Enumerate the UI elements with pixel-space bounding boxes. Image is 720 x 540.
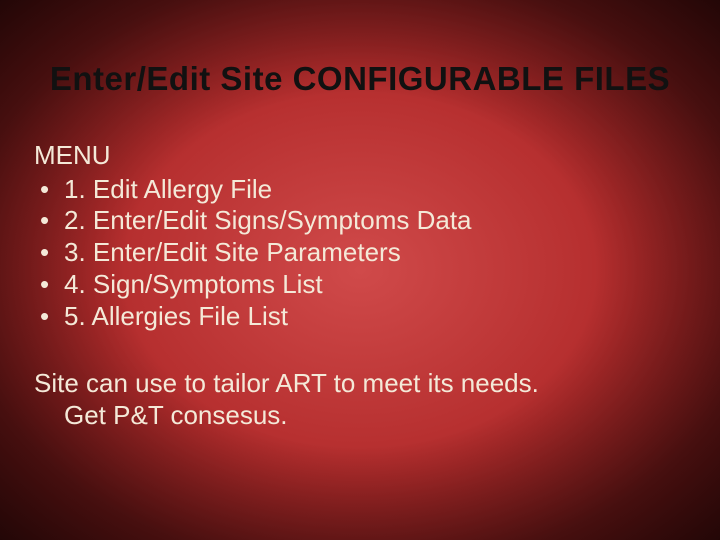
list-item: 1. Edit Allergy File — [34, 174, 686, 206]
menu-item-label: 4. Sign/Symptoms List — [64, 269, 323, 299]
footnote-line1: Site can use to tailor ART to meet its n… — [34, 368, 539, 398]
list-item: 5. Allergies File List — [34, 301, 686, 333]
menu-item-label: 3. Enter/Edit Site Parameters — [64, 237, 401, 267]
list-item: 2. Enter/Edit Signs/Symptoms Data — [34, 205, 686, 237]
menu-list: 1. Edit Allergy File 2. Enter/Edit Signs… — [34, 174, 686, 333]
slide-body: MENU 1. Edit Allergy File 2. Enter/Edit … — [34, 140, 686, 432]
menu-item-label: 2. Enter/Edit Signs/Symptoms Data — [64, 205, 472, 235]
menu-heading: MENU — [34, 140, 686, 172]
slide-title: Enter/Edit Site CONFIGURABLE FILES — [0, 60, 720, 98]
list-item: 4. Sign/Symptoms List — [34, 269, 686, 301]
menu-item-label: 1. Edit Allergy File — [64, 174, 272, 204]
footnote: Site can use to tailor ART to meet its n… — [34, 368, 686, 431]
menu-item-label: 5. Allergies File List — [64, 301, 288, 331]
footnote-line2: Get P&T consesus. — [34, 400, 686, 432]
list-item: 3. Enter/Edit Site Parameters — [34, 237, 686, 269]
slide: Enter/Edit Site CONFIGURABLE FILES MENU … — [0, 0, 720, 540]
